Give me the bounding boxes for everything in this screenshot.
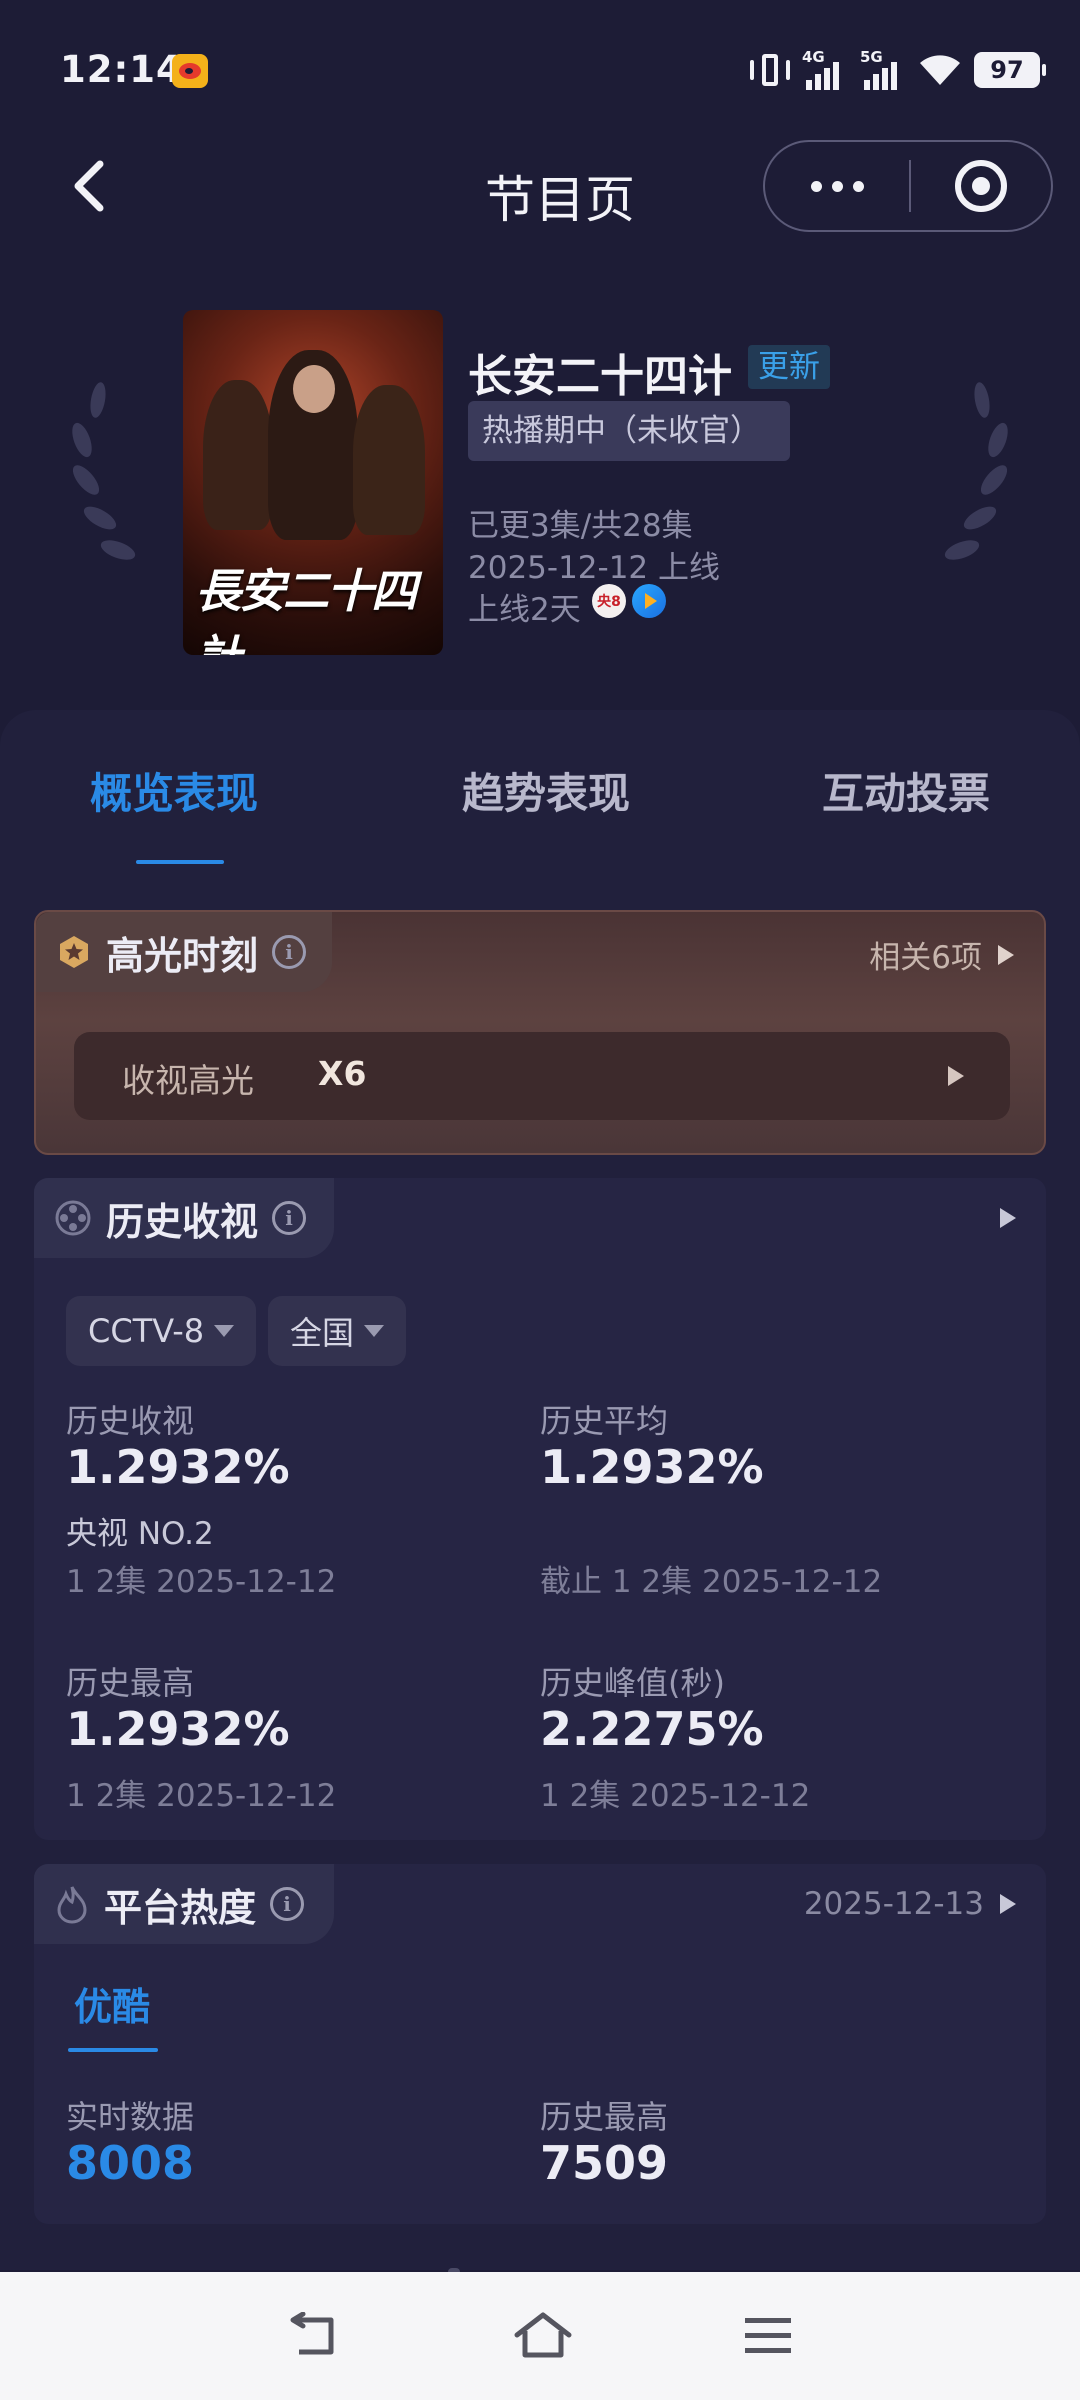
- premiere-date: 2025-12-12 上线: [468, 550, 721, 586]
- related-count: 相关6项: [869, 940, 982, 976]
- cctv8-icon: 央8: [592, 584, 626, 618]
- wifi-icon: [920, 55, 960, 85]
- tab-active-indicator: [136, 860, 224, 864]
- highlight-card[interactable]: 高光时刻 i 相关6项 收视高光 X6: [34, 910, 1046, 1155]
- battery-icon: 97: [974, 52, 1046, 88]
- stat-sub: 1 2集 2025-12-12: [66, 1564, 337, 1600]
- info-icon[interactable]: i: [272, 935, 307, 969]
- battery-level: 97: [990, 56, 1024, 84]
- play-arrow-icon: [948, 1066, 964, 1086]
- play-arrow-icon: [1000, 1894, 1016, 1914]
- close-miniprogram-button[interactable]: [911, 160, 1051, 212]
- laurel-left-icon: [72, 382, 136, 560]
- tab-vote[interactable]: 互动投票: [822, 760, 990, 821]
- status-time: 12:14: [60, 48, 183, 91]
- target-icon: [955, 160, 1007, 212]
- platform-date-link[interactable]: 2025-12-13: [804, 1886, 1016, 1922]
- region-value: 全国: [290, 1314, 355, 1352]
- flame-icon: [57, 1886, 87, 1924]
- show-poster[interactable]: 長安二十四計: [183, 310, 443, 655]
- channel-icons: 央8: [592, 584, 666, 618]
- episode-count: 已更3集/共28集: [468, 508, 693, 544]
- stat-sub: 1 2集 2025-12-12: [66, 1778, 337, 1814]
- realtime-label: 实时数据: [66, 2098, 195, 2136]
- history-more-arrow-icon[interactable]: [1000, 1208, 1016, 1228]
- highlight-row-label: 收视高光: [122, 1061, 254, 1100]
- laurel-right-icon: [944, 382, 1008, 560]
- medal-icon: [60, 936, 88, 968]
- platform-date: 2025-12-13: [803, 1886, 984, 1922]
- update-badge: 更新: [748, 345, 830, 389]
- platform-tab-indicator: [68, 2048, 158, 2052]
- highlight-related-link[interactable]: 相关6项: [869, 932, 1014, 977]
- stat-label: 历史峰值(秒): [540, 1664, 725, 1702]
- highlight-title: 高光时刻: [106, 933, 259, 978]
- realtime-value: 8008: [66, 2136, 195, 2190]
- stat-value: 1.2932%: [540, 1440, 764, 1494]
- tab-youku[interactable]: 优酷: [74, 1976, 150, 2031]
- region-dropdown[interactable]: 全国: [268, 1296, 407, 1366]
- history-title: 历史收视: [106, 1199, 259, 1244]
- channel-value: CCTV-8: [88, 1312, 205, 1350]
- more-button[interactable]: [765, 142, 909, 230]
- stat-sub: 截止 1 2集 2025-12-12: [540, 1564, 883, 1600]
- stat-sub: 1 2集 2025-12-12: [540, 1778, 811, 1814]
- history-ratings-card: 历史收视 i CCTV-8 全国 历史收视 1.2932% 央视 NO.2 1 …: [34, 1178, 1046, 1840]
- caret-down-icon: [214, 1325, 235, 1337]
- signal-4g-icon: 4G: [802, 48, 848, 90]
- signal-5g-icon: 5G: [860, 48, 906, 90]
- mini-program-capsule: [763, 140, 1053, 232]
- stat-label: 历史最高: [66, 1664, 195, 1702]
- stat-rank: 央视 NO.2: [66, 1516, 214, 1552]
- info-icon[interactable]: i: [270, 1887, 305, 1921]
- max-label: 历史最高: [540, 2098, 669, 2136]
- stat-value: 1.2932%: [66, 1702, 290, 1756]
- platform-header: 平台热度 i: [34, 1864, 334, 1944]
- vibrate-icon: [750, 52, 790, 88]
- history-header: 历史收视 i: [34, 1178, 334, 1258]
- stat-label: 历史平均: [540, 1402, 669, 1440]
- info-icon[interactable]: i: [272, 1201, 307, 1235]
- highlight-row-value: X6: [318, 1054, 367, 1093]
- youku-icon: [632, 584, 666, 618]
- menu-icon[interactable]: [743, 2314, 793, 2358]
- ratings-highlight-row[interactable]: 收视高光 X6: [74, 1032, 1010, 1120]
- show-title: 长安二十四计: [468, 351, 732, 402]
- poster-title-art: 長安二十四計: [195, 564, 417, 655]
- tab-overview[interactable]: 概览表现: [90, 760, 258, 821]
- tab-trend[interactable]: 趋势表现: [462, 760, 630, 821]
- home-icon[interactable]: [513, 2311, 573, 2361]
- platform-title: 平台热度: [104, 1885, 257, 1930]
- play-arrow-icon: [998, 944, 1014, 965]
- system-nav-bar: [0, 2272, 1080, 2400]
- stat-label: 历史收视: [66, 1402, 195, 1440]
- max-value: 7509: [540, 2136, 669, 2190]
- days-online: 上线2天: [468, 592, 581, 628]
- channel-dropdown[interactable]: CCTV-8: [66, 1296, 257, 1366]
- status-icons: 4G 5G 97: [750, 48, 1046, 92]
- stat-value: 1.2932%: [66, 1440, 290, 1494]
- airing-status-tag: 热播期中（未收官）: [468, 401, 790, 461]
- film-reel-icon: [55, 1200, 91, 1236]
- highlight-header: 高光时刻 i: [36, 912, 332, 992]
- stat-value: 2.2275%: [540, 1702, 764, 1756]
- caret-down-icon: [364, 1325, 385, 1337]
- weibo-notification-icon: [172, 54, 208, 88]
- platform-heat-card: 平台热度 i 2025-12-13 优酷 实时数据 8008 历史最高 7509: [34, 1864, 1046, 2224]
- back-nav-icon[interactable]: [287, 2312, 343, 2360]
